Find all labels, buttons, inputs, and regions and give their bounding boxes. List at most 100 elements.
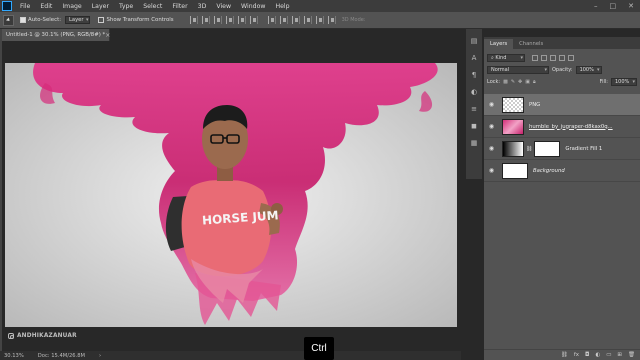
tab-layers[interactable]: Layers bbox=[484, 39, 514, 49]
distribute-center-icon[interactable] bbox=[315, 16, 324, 24]
show-transform-controls-checkbox[interactable] bbox=[98, 17, 105, 23]
align-left-icon[interactable] bbox=[225, 16, 234, 24]
distribute-bottom-icon[interactable] bbox=[291, 16, 300, 24]
window-controls: – □ ✕ bbox=[594, 2, 640, 10]
filter-smart-object-icon[interactable] bbox=[568, 55, 574, 61]
filter-pixel-icon[interactable] bbox=[532, 55, 538, 61]
document-area: Untitled-1 @ 30.1% (PNG, RGB/8#) * × HOR… bbox=[2, 29, 461, 351]
layer-filter-row: ⌕ Kind bbox=[484, 52, 640, 64]
lock-image-icon[interactable]: ✎ bbox=[511, 79, 515, 85]
adjustment-layer-icon[interactable]: ◐ bbox=[595, 352, 600, 358]
align-top-icon[interactable] bbox=[189, 16, 198, 24]
properties-icon[interactable]: ≡ bbox=[470, 105, 479, 114]
distribute-right-icon[interactable] bbox=[327, 16, 336, 24]
new-layer-icon[interactable]: ⊞ bbox=[617, 352, 622, 358]
layer-row-gradient-fill[interactable]: ◉ ⛓ Gradient Fill 1 bbox=[484, 138, 640, 160]
distribute-top-icon[interactable] bbox=[267, 16, 276, 24]
filter-kind-dropdown[interactable]: ⌕ Kind bbox=[487, 54, 525, 62]
adjustments-icon[interactable]: ◐ bbox=[470, 88, 479, 97]
layers-panel-tabs: Layers Channels bbox=[484, 37, 640, 49]
link-layers-icon[interactable]: ⛓ bbox=[561, 352, 568, 358]
fill-field[interactable]: 100% bbox=[611, 78, 637, 86]
add-mask-icon[interactable]: ◘ bbox=[585, 352, 589, 358]
filter-adjustment-icon[interactable] bbox=[541, 55, 547, 61]
new-group-icon[interactable]: ▭ bbox=[606, 352, 611, 358]
layer-list: ◉ ε PNG ◉ humble_by_jugraper-d8kax0q... … bbox=[484, 94, 640, 182]
align-middle-icon[interactable] bbox=[201, 16, 210, 24]
character-icon[interactable]: A bbox=[470, 54, 479, 63]
distribute-middle-icon[interactable] bbox=[279, 16, 288, 24]
collapsed-panels: ▤ A ¶ ◐ ≡ ◼ ▦ bbox=[466, 29, 482, 179]
layer-row-background[interactable]: ◉ Background bbox=[484, 160, 640, 182]
smart-object-link-icon: ε bbox=[503, 102, 506, 107]
auto-select-target-dropdown[interactable]: Layer bbox=[65, 16, 91, 24]
options-bar: Auto-Select: Layer Show Transform Contro… bbox=[0, 12, 640, 29]
lock-all-icon[interactable]: 🔒︎ bbox=[533, 79, 536, 85]
layer-name[interactable]: Background bbox=[533, 168, 565, 174]
distribute-left-icon[interactable] bbox=[303, 16, 312, 24]
lock-position-icon[interactable]: ✥ bbox=[518, 79, 522, 85]
move-tool-preset-icon[interactable] bbox=[3, 14, 14, 26]
opacity-label: Opacity: bbox=[552, 67, 573, 73]
menu-window[interactable]: Window bbox=[236, 3, 270, 10]
menu-view[interactable]: View bbox=[211, 3, 236, 10]
align-bottom-icon[interactable] bbox=[213, 16, 222, 24]
delete-layer-icon[interactable]: 🗑︎ bbox=[628, 352, 635, 358]
paragraph-icon[interactable]: ¶ bbox=[470, 71, 479, 80]
filter-kind-value: Kind bbox=[495, 55, 507, 61]
document-tab[interactable]: Untitled-1 @ 30.1% (PNG, RGB/8#) * × bbox=[2, 29, 110, 41]
close-window-icon[interactable]: ✕ bbox=[628, 2, 634, 10]
layer-name[interactable]: PNG bbox=[529, 102, 540, 108]
color-icon[interactable]: ◼ bbox=[470, 122, 479, 131]
filter-type-icon[interactable] bbox=[550, 55, 556, 61]
align-right-icon[interactable] bbox=[249, 16, 258, 24]
status-menu-arrow-icon[interactable]: › bbox=[99, 353, 101, 359]
menu-type[interactable]: Type bbox=[114, 3, 138, 10]
document-tab-title: Untitled-1 @ 30.1% (PNG, RGB/8#) * bbox=[6, 32, 106, 38]
swatches-icon[interactable]: ▦ bbox=[470, 139, 479, 148]
minimize-icon[interactable]: – bbox=[594, 2, 598, 10]
photoshop-logo-icon[interactable] bbox=[2, 1, 12, 11]
menu-image[interactable]: Image bbox=[57, 3, 86, 10]
blend-mode-dropdown[interactable]: Normal bbox=[487, 66, 549, 74]
visibility-eye-icon[interactable]: ◉ bbox=[487, 145, 496, 152]
layers-panel-footer: ⛓ fx ◘ ◐ ▭ ⊞ 🗑︎ bbox=[484, 349, 640, 360]
menu-select[interactable]: Select bbox=[138, 3, 167, 10]
zoom-level[interactable]: 30.13% bbox=[4, 353, 24, 359]
visibility-eye-icon[interactable]: ◉ bbox=[487, 101, 496, 108]
lock-artboard-icon[interactable]: ▣ bbox=[525, 79, 530, 85]
key-overlay: Ctrl bbox=[304, 337, 334, 360]
status-bar: 30.13% Doc: 15.4M/26.8M › bbox=[0, 351, 461, 360]
mask-link-chain-icon[interactable]: ⛓ bbox=[526, 146, 532, 152]
align-center-icon[interactable] bbox=[237, 16, 246, 24]
opacity-field[interactable]: 100% bbox=[575, 66, 602, 74]
menu-help[interactable]: Help bbox=[270, 3, 294, 10]
layer-row-png[interactable]: ◉ ε PNG bbox=[484, 94, 640, 116]
menu-3d[interactable]: 3D bbox=[193, 3, 212, 10]
maximize-icon[interactable]: □ bbox=[610, 2, 617, 10]
tab-channels[interactable]: Channels bbox=[513, 39, 549, 49]
filter-shape-icon[interactable] bbox=[559, 55, 565, 61]
menu-bar: File Edit Image Layer Type Select Filter… bbox=[0, 0, 640, 12]
layers-panel: Layers Channels ⌕ Kind Normal Opacity: 1… bbox=[484, 37, 640, 360]
menu-layer[interactable]: Layer bbox=[87, 3, 114, 10]
layer-row-ink-image[interactable]: ◉ humble_by_jugraper-d8kax0q... bbox=[484, 116, 640, 138]
menu-filter[interactable]: Filter bbox=[167, 3, 192, 10]
auto-select-checkbox[interactable] bbox=[20, 17, 26, 23]
menu-edit[interactable]: Edit bbox=[35, 3, 57, 10]
layer-style-fx-icon[interactable]: fx bbox=[574, 352, 579, 358]
visibility-eye-icon[interactable]: ◉ bbox=[487, 167, 496, 174]
menu-file[interactable]: File bbox=[15, 3, 35, 10]
lock-transparency-icon[interactable]: ▩ bbox=[503, 79, 508, 85]
layer-mask-thumbnail[interactable] bbox=[534, 140, 561, 157]
history-icon[interactable]: ▤ bbox=[470, 37, 479, 46]
show-transform-controls-label: Show Transform Controls bbox=[106, 17, 174, 23]
auto-select-target-value: Layer bbox=[69, 17, 84, 23]
layer-name[interactable]: Gradient Fill 1 bbox=[565, 146, 602, 152]
close-document-icon[interactable]: × bbox=[105, 32, 110, 39]
layer-thumbnail bbox=[502, 118, 524, 135]
visibility-eye-icon[interactable]: ◉ bbox=[487, 123, 496, 130]
layer-thumbnail bbox=[502, 162, 528, 179]
layer-name[interactable]: humble_by_jugraper-d8kax0q... bbox=[529, 124, 613, 130]
document-canvas[interactable]: HORSE JUM bbox=[5, 63, 457, 327]
